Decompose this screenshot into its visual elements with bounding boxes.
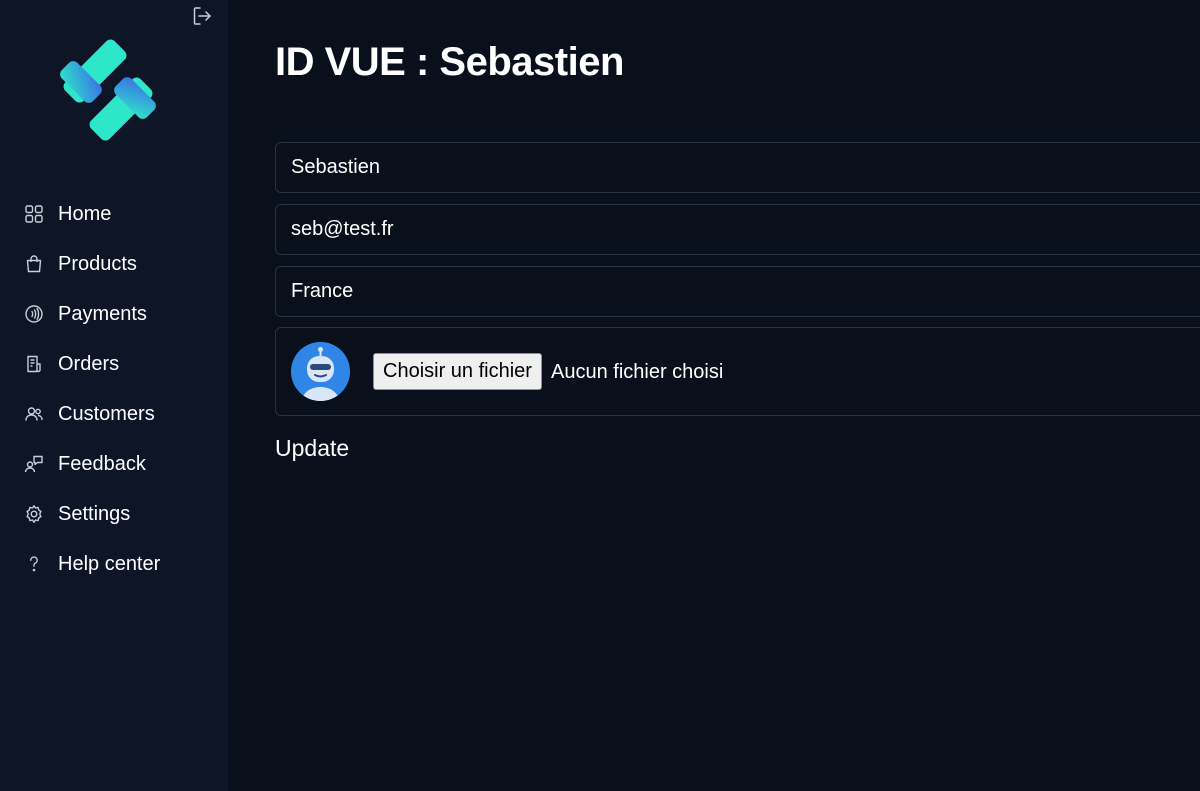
brand-logo[interactable] — [52, 34, 164, 146]
sidebar-nav: Home Products Payments Orders Customers … — [0, 189, 228, 589]
main-content: ID VUE : Sebastien Choisir un fichier Au… — [228, 0, 1200, 791]
country-field[interactable] — [275, 266, 1200, 317]
users-icon — [23, 403, 45, 425]
avatar-upload: Choisir un fichier Aucun fichier choisi — [275, 327, 1200, 416]
receipt-icon — [23, 353, 45, 375]
sidebar-item-label: Settings — [58, 502, 131, 525]
sidebar-item-settings[interactable]: Settings — [0, 489, 228, 539]
sidebar-item-label: Help center — [58, 552, 161, 575]
page-title: ID VUE : Sebastien — [275, 40, 624, 84]
contactless-payment-icon — [23, 303, 45, 325]
file-status-text: Aucun fichier choisi — [551, 361, 724, 383]
sidebar-item-feedback[interactable]: Feedback — [0, 439, 228, 489]
sidebar-item-label: Payments — [58, 302, 147, 325]
app-window: Home Products Payments Orders Customers … — [0, 0, 1200, 791]
logout-icon[interactable] — [191, 5, 213, 27]
sidebar-item-label: Customers — [58, 402, 155, 425]
feedback-icon — [23, 453, 45, 475]
sidebar-item-label: Products — [58, 252, 137, 275]
sidebar-item-orders[interactable]: Orders — [0, 339, 228, 389]
sidebar-item-label: Feedback — [58, 452, 146, 475]
sidebar-item-home[interactable]: Home — [0, 189, 228, 239]
question-icon — [23, 553, 45, 575]
sidebar-item-products[interactable]: Products — [0, 239, 228, 289]
sidebar-item-help-center[interactable]: Help center — [0, 539, 228, 589]
sidebar: Home Products Payments Orders Customers … — [0, 0, 228, 791]
avatar — [291, 342, 350, 401]
email-field[interactable] — [275, 204, 1200, 255]
grid-icon — [23, 203, 45, 225]
choose-file-button[interactable]: Choisir un fichier — [373, 353, 542, 390]
sidebar-item-label: Home — [58, 202, 112, 225]
sidebar-item-customers[interactable]: Customers — [0, 389, 228, 439]
sidebar-item-payments[interactable]: Payments — [0, 289, 228, 339]
shopping-bag-icon — [23, 253, 45, 275]
name-field[interactable] — [275, 142, 1200, 193]
gear-icon — [23, 503, 45, 525]
robot-avatar-icon — [291, 342, 350, 401]
sidebar-item-label: Orders — [58, 352, 120, 375]
update-button[interactable]: Update — [275, 435, 349, 462]
